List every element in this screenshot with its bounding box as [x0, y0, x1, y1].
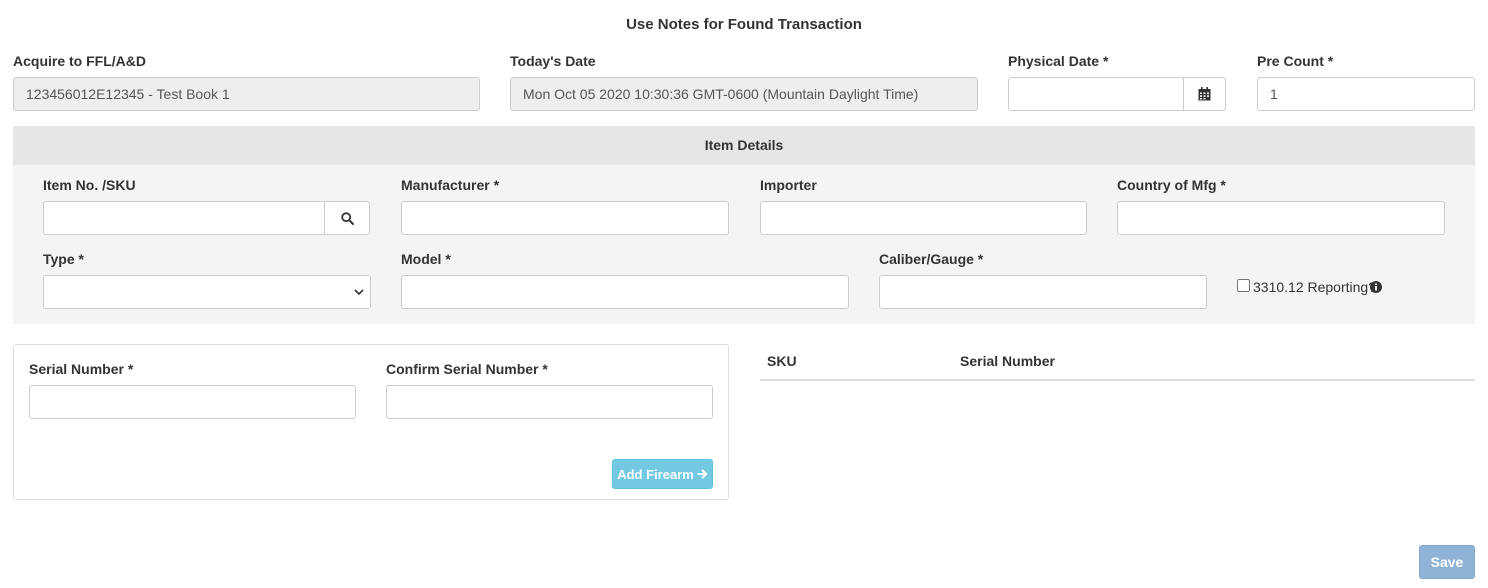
todays-date-label: Today's Date	[510, 53, 596, 69]
arrow-right-icon	[697, 469, 708, 479]
caliber-label: Caliber/Gauge *	[879, 251, 984, 267]
type-select[interactable]	[43, 275, 371, 309]
country-input[interactable]	[1117, 201, 1445, 235]
acquire-field	[13, 77, 480, 111]
info-circle-icon[interactable]	[1370, 281, 1382, 293]
reporting-checkbox[interactable]	[1237, 279, 1250, 292]
importer-input[interactable]	[760, 201, 1087, 235]
reporting-label: 3310.12 Reporting?	[1253, 279, 1376, 295]
sku-label: Item No. /SKU	[43, 177, 136, 193]
model-label: Model *	[401, 251, 451, 267]
pre-count-label: Pre Count *	[1257, 53, 1334, 69]
manufacturer-input[interactable]	[401, 201, 729, 235]
sku-input[interactable]	[43, 201, 325, 235]
pre-count-input[interactable]	[1257, 77, 1475, 111]
manufacturer-label: Manufacturer *	[401, 177, 500, 193]
page-title: Use Notes for Found Transaction	[626, 16, 862, 33]
acquire-label: Acquire to FFL/A&D	[13, 53, 146, 69]
physical-date-label: Physical Date *	[1008, 53, 1109, 69]
add-firearm-label: Add Firearm	[617, 466, 694, 482]
physical-date-input[interactable]	[1008, 77, 1184, 111]
item-details-header: Item Details	[13, 126, 1475, 165]
model-input[interactable]	[401, 275, 849, 309]
search-icon	[340, 211, 354, 225]
chevron-down-icon	[354, 289, 364, 296]
type-label: Type *	[43, 251, 84, 267]
serial-input[interactable]	[29, 385, 356, 419]
country-label: Country of Mfg *	[1117, 177, 1226, 193]
sku-search-button[interactable]	[324, 201, 370, 235]
table-header-sku: SKU	[767, 353, 797, 369]
table-header-serial: Serial Number	[960, 353, 1055, 369]
confirm-serial-label: Confirm Serial Number *	[386, 361, 548, 377]
calendar-button[interactable]	[1183, 77, 1226, 111]
serial-label: Serial Number *	[29, 361, 134, 377]
save-button[interactable]: Save	[1419, 545, 1475, 579]
importer-label: Importer	[760, 177, 817, 193]
confirm-serial-input[interactable]	[386, 385, 713, 419]
add-firearm-button[interactable]: Add Firearm	[612, 459, 713, 489]
caliber-input[interactable]	[879, 275, 1207, 309]
calendar-icon	[1198, 87, 1211, 101]
table-header-divider	[760, 379, 1475, 381]
todays-date-field	[510, 77, 978, 111]
